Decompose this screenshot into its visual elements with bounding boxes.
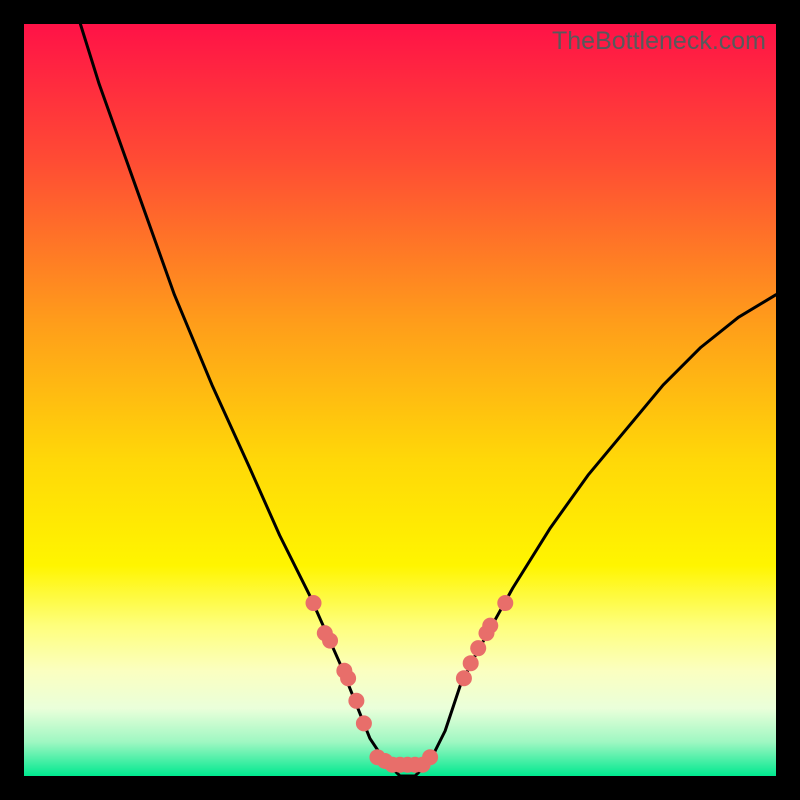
data-marker xyxy=(456,670,472,686)
data-marker xyxy=(356,715,372,731)
data-marker xyxy=(322,633,338,649)
gradient-background xyxy=(24,24,776,776)
data-marker xyxy=(470,640,486,656)
data-marker xyxy=(482,618,498,634)
bottleneck-chart xyxy=(24,24,776,776)
chart-frame: TheBottleneck.com xyxy=(24,24,776,776)
data-marker xyxy=(348,693,364,709)
data-marker xyxy=(497,595,513,611)
data-marker xyxy=(422,749,438,765)
data-marker xyxy=(306,595,322,611)
data-marker xyxy=(463,655,479,671)
watermark-text: TheBottleneck.com xyxy=(552,27,766,56)
data-marker xyxy=(340,670,356,686)
